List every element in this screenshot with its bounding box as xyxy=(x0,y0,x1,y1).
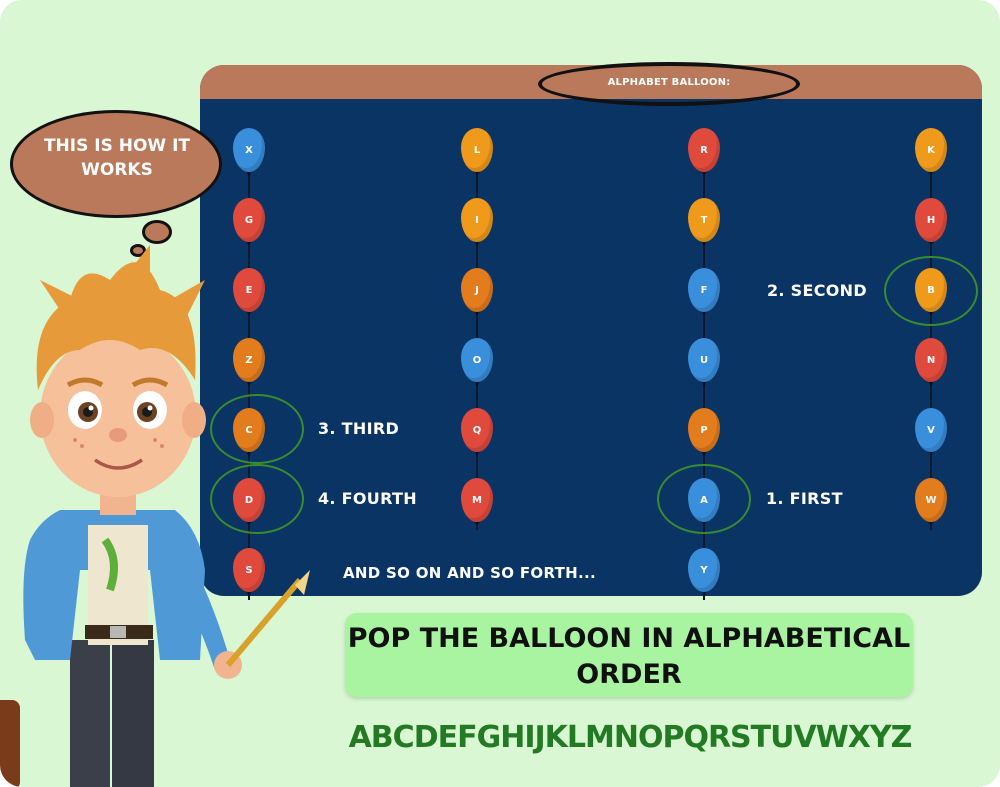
label-continue: AND SO ON AND SO FORTH... xyxy=(343,564,597,582)
ring-second xyxy=(884,256,978,326)
suitcase-edge xyxy=(0,700,20,787)
ring-first xyxy=(657,464,751,534)
instruction-text: POP THE BALLOON IN ALPHABETICAL ORDER xyxy=(347,623,911,690)
label-third: 3. THIRD xyxy=(318,419,400,438)
label-fourth: 4. FOURTH xyxy=(318,489,417,508)
label-first: 1. FIRST xyxy=(766,489,843,508)
game-page: ALPHABET BALLOON: XGEZCDSLIJOQMRTFUPAYKH… xyxy=(0,0,1000,787)
alphabet-strip: ABCDEFGHIJKLMNOPQRSTUVWXYZ xyxy=(348,720,913,755)
label-second: 2. SECOND xyxy=(767,281,867,300)
board-title: ALPHABET BALLOON: xyxy=(607,77,731,88)
boy-illustration xyxy=(23,245,310,787)
speech-bubble-text: THIS IS HOW IT WORKS xyxy=(43,136,191,180)
